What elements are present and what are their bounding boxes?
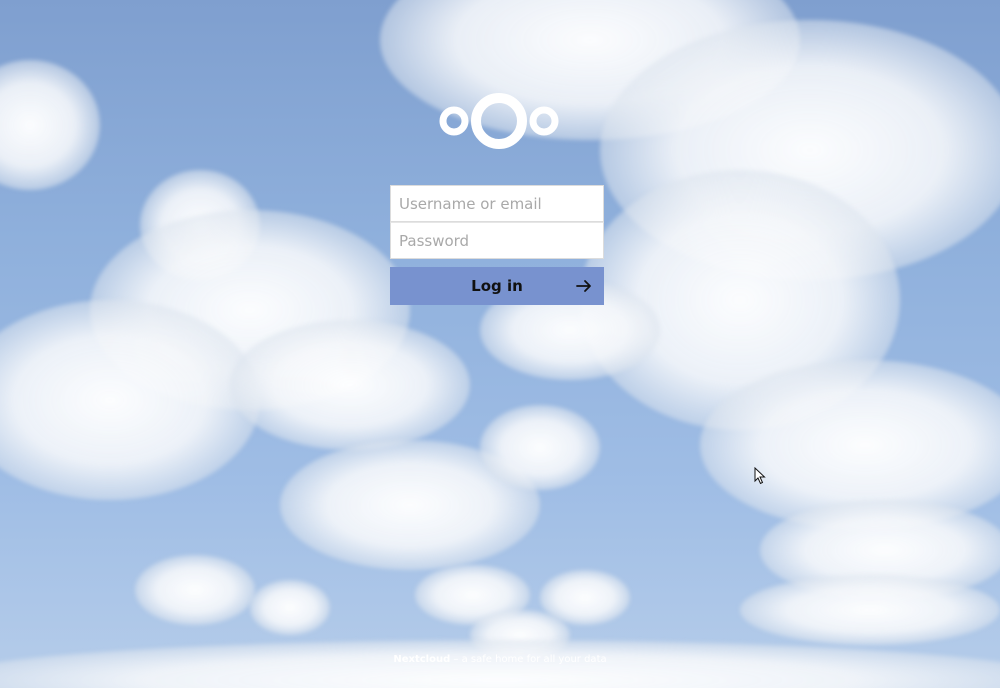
mouse-cursor-icon bbox=[754, 467, 766, 485]
footer: Nextcloud – a safe home for all your dat… bbox=[0, 654, 1000, 665]
footer-brand: Nextcloud bbox=[393, 654, 451, 665]
cloud bbox=[230, 320, 470, 450]
nextcloud-logo bbox=[439, 93, 559, 149]
footer-tagline: – a safe home for all your data bbox=[450, 654, 607, 665]
cloud bbox=[480, 405, 600, 490]
arrow-right-icon bbox=[576, 280, 591, 292]
cloud bbox=[740, 575, 1000, 645]
login-button[interactable]: Log in bbox=[390, 267, 604, 305]
username-input[interactable] bbox=[390, 185, 604, 222]
login-form: Log in bbox=[390, 185, 604, 309]
login-button-label: Log in bbox=[471, 277, 523, 295]
cloud bbox=[250, 580, 330, 635]
cloud bbox=[0, 60, 100, 190]
cloud bbox=[135, 555, 255, 625]
password-input[interactable] bbox=[390, 222, 604, 259]
